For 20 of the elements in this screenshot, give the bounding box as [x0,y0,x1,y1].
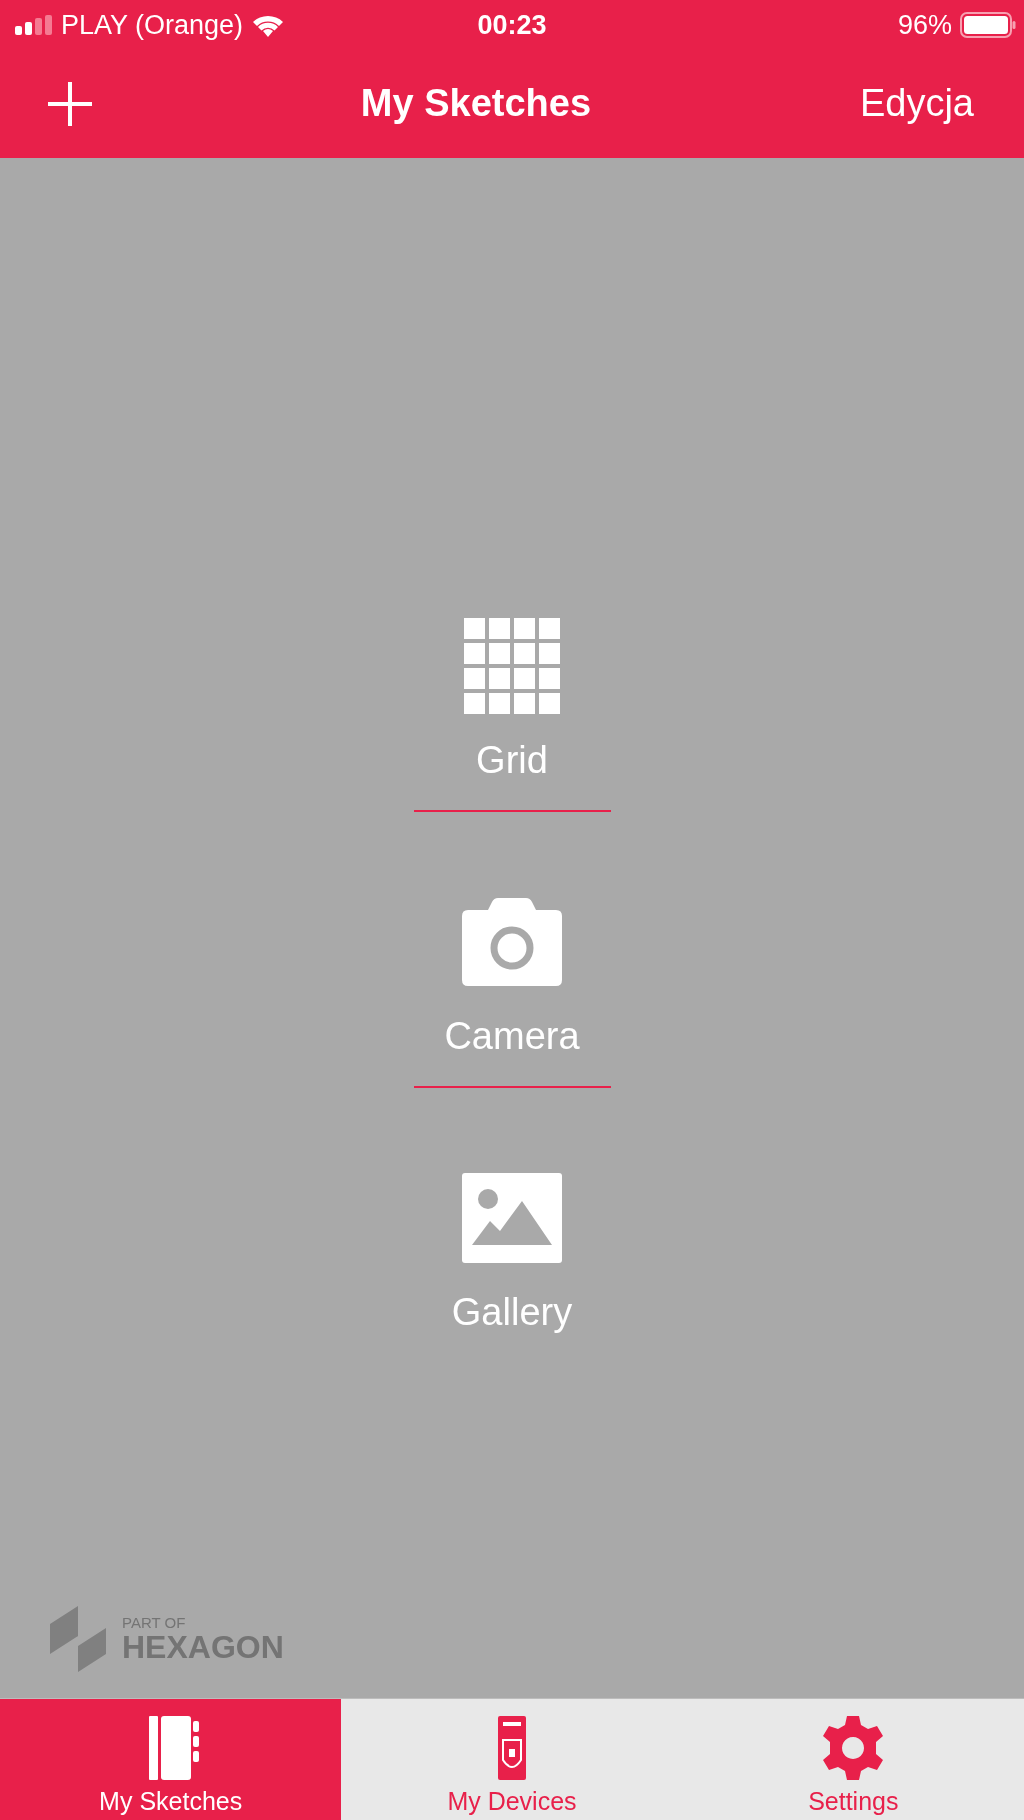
settings-icon [821,1716,886,1780]
battery-percent: 96% [897,9,952,41]
clock-time: 00:23 [476,9,548,41]
image-icon[interactable] [462,1172,562,1263]
menu-option[interactable]: Gallery [451,1289,573,1334]
screen-title: My Sketches [360,82,592,126]
camera-icon[interactable] [462,897,562,986]
logo-icon [48,1606,108,1673]
plus-icon [48,81,92,126]
carrier-name: PLAY (Orange) [61,9,244,41]
add-button[interactable] [48,81,92,126]
tab[interactable]: My Sketches [0,1699,342,1820]
wifi-icon [251,13,286,37]
battery-icon [960,12,1016,38]
device-icon [498,1716,526,1780]
grid-icon[interactable] [464,617,560,714]
menu-option[interactable]: Camera [444,1013,580,1058]
menu-option[interactable]: Grid [476,737,548,782]
edit-button[interactable]: Edycja [859,82,974,126]
signal-icon [15,15,53,35]
